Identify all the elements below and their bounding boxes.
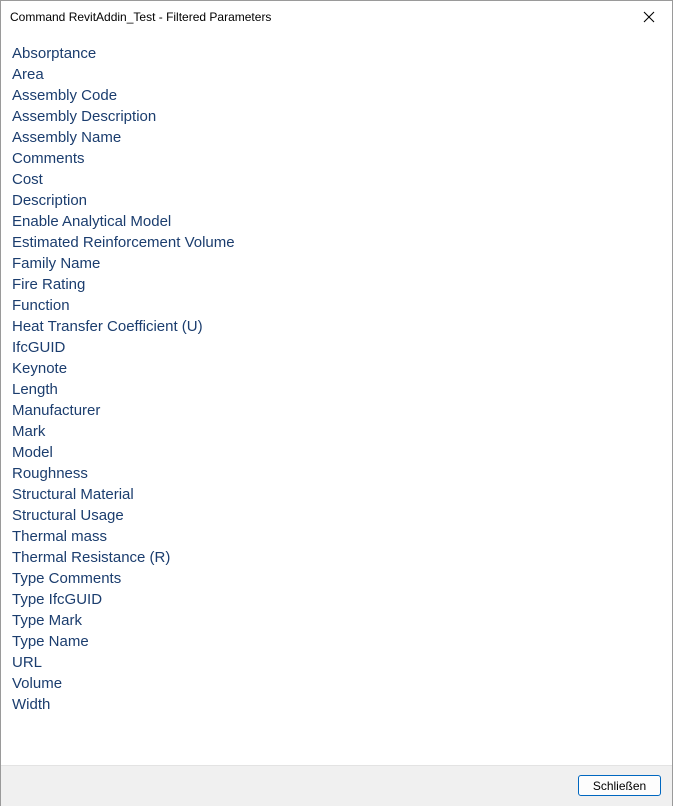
parameter-list-item[interactable]: Family Name	[12, 253, 235, 274]
dialog-footer: Schließen	[1, 765, 672, 806]
close-button[interactable]: Schließen	[578, 775, 661, 796]
window-close-button[interactable]	[626, 1, 672, 32]
parameter-list-item[interactable]: Description	[12, 190, 235, 211]
parameter-list-item[interactable]: Assembly Code	[12, 85, 235, 106]
parameter-list-panel: Absorptance Area Assembly Code Assembly Des…	[1, 33, 672, 765]
parameter-list-item[interactable]: Structural Usage	[12, 505, 235, 526]
parameter-list-item[interactable]: Area	[12, 64, 235, 85]
parameter-list-item[interactable]: Comments	[12, 148, 235, 169]
parameter-list-item[interactable]: Structural Material	[12, 484, 235, 505]
parameter-list-item[interactable]: Fire Rating	[12, 274, 235, 295]
parameter-list-item[interactable]: Heat Transfer Coefficient (U)	[12, 316, 235, 337]
parameter-list-item[interactable]: Function	[12, 295, 235, 316]
parameter-list-item[interactable]: Enable Analytical Model	[12, 211, 235, 232]
parameter-list-item[interactable]: Absorptance	[12, 43, 235, 64]
parameter-list-item[interactable]: Thermal Resistance (R)	[12, 547, 235, 568]
parameter-list-item[interactable]: Type Mark	[12, 610, 235, 631]
close-icon	[643, 11, 655, 23]
parameter-list-item[interactable]: Manufacturer	[12, 400, 235, 421]
parameter-list-item[interactable]: Length	[12, 379, 235, 400]
parameter-list-item[interactable]: Estimated Reinforcement Volume	[12, 232, 235, 253]
parameter-list-item[interactable]: Type Name	[12, 631, 235, 652]
parameter-list[interactable]: Absorptance Area Assembly Code Assembly Des…	[12, 43, 235, 715]
parameter-list-item[interactable]: Thermal mass	[12, 526, 235, 547]
title-bar[interactable]: Command RevitAddin_Test - Filtered Param…	[1, 1, 672, 33]
parameter-list-item[interactable]: Cost	[12, 169, 235, 190]
dialog-window: Command RevitAddin_Test - Filtered Param…	[0, 0, 673, 806]
parameter-list-item[interactable]: Width	[12, 694, 235, 715]
parameter-list-item[interactable]: Mark	[12, 421, 235, 442]
parameter-list-item[interactable]: Type Comments	[12, 568, 235, 589]
parameter-list-item[interactable]: Assembly Name	[12, 127, 235, 148]
parameter-list-item[interactable]: Keynote	[12, 358, 235, 379]
parameter-list-item[interactable]: Assembly Description	[12, 106, 235, 127]
parameter-list-item[interactable]: Type IfcGUID	[12, 589, 235, 610]
parameter-list-item[interactable]: Volume	[12, 673, 235, 694]
parameter-list-item[interactable]: IfcGUID	[12, 337, 235, 358]
parameter-list-item[interactable]: Model	[12, 442, 235, 463]
parameter-list-item[interactable]: URL	[12, 652, 235, 673]
window-title: Command RevitAddin_Test - Filtered Param…	[10, 10, 272, 24]
parameter-list-item[interactable]: Roughness	[12, 463, 235, 484]
